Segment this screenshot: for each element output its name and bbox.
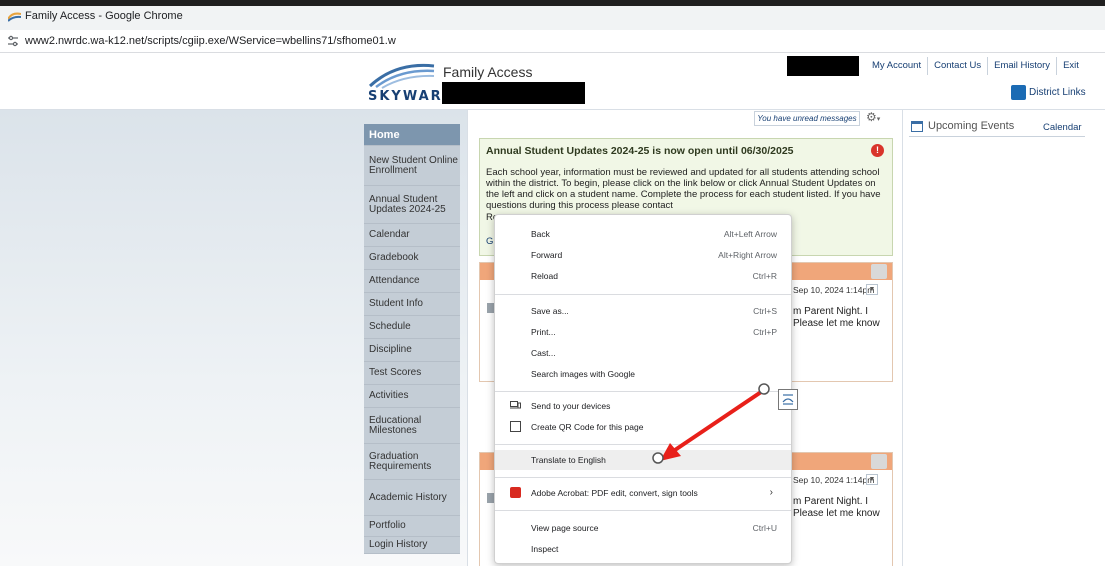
sidebar-item-portfolio[interactable]: Portfolio <box>364 516 460 537</box>
message-text: m Parent Night. I Please let me know <box>793 496 880 519</box>
skyward-logo: SKYWARD <box>366 60 453 104</box>
redacted-name <box>442 82 585 104</box>
sidebar-item-activities[interactable]: Activities <box>364 385 460 408</box>
menu-divider <box>495 391 791 392</box>
sidebar-item-academic-history[interactable]: Academic History <box>364 480 460 516</box>
sidebar-item-schedule[interactable]: Schedule <box>364 316 460 339</box>
sidebar-item-home[interactable]: Home <box>364 124 460 146</box>
email-history-link[interactable]: Email History <box>987 57 1056 75</box>
menu-item-forward[interactable]: Forward Alt+Right Arrow <box>495 245 791 265</box>
menu-divider <box>495 444 791 445</box>
book-icon[interactable] <box>871 454 887 469</box>
menu-item-back[interactable]: Back Alt+Left Arrow <box>495 224 791 244</box>
sidebar: Home New Student Online Enrollment Annua… <box>364 124 460 554</box>
redacted-user <box>787 56 859 76</box>
announcement-title: Annual Student Updates 2024-25 is now op… <box>486 145 794 157</box>
menu-item-qr-code[interactable]: Create QR Code for this page <box>495 417 791 437</box>
alert-icon: ! <box>871 144 884 157</box>
menu-divider <box>495 477 791 478</box>
book-icon[interactable] <box>871 264 887 279</box>
app-name: Family Access <box>443 64 533 80</box>
page-action-icon[interactable] <box>778 389 798 410</box>
sidebar-item-graduation-requirements[interactable]: Graduation Requirements <box>364 444 460 480</box>
menu-item-translate[interactable]: Translate to English <box>495 450 791 470</box>
window-title: Family Access - Google Chrome <box>25 10 183 22</box>
adobe-acrobat-icon <box>510 487 521 498</box>
announcement-body: Each school year, information must be re… <box>486 167 881 211</box>
my-account-link[interactable]: My Account <box>866 57 927 75</box>
upcoming-events-header: Upcoming Events <box>911 120 1014 132</box>
sidebar-item-test-scores[interactable]: Test Scores <box>364 362 460 385</box>
sidebar-item-student-info[interactable]: Student Info <box>364 293 460 316</box>
menu-item-send-devices[interactable]: Send to your devices <box>495 396 791 416</box>
swoosh-icon <box>368 63 435 89</box>
sidebar-item-discipline[interactable]: Discipline <box>364 339 460 362</box>
site-info-icon[interactable] <box>7 35 19 47</box>
upcoming-events-label: Upcoming Events <box>928 120 1015 132</box>
settings-menu[interactable]: ⚙▾ <box>866 110 896 126</box>
message-date: Sep 10, 2024 1:14pm <box>793 475 875 485</box>
browser-title-bar: Family Access - Google Chrome <box>0 0 1105 30</box>
skyward-app-icon <box>8 12 21 22</box>
chevron-right-icon: › <box>769 487 773 498</box>
sidebar-item-educational-milestones[interactable]: Educational Milestones <box>364 408 460 444</box>
menu-item-search-images[interactable]: Search images with Google <box>495 364 791 384</box>
chevron-down-icon: ▾ <box>876 116 881 123</box>
reader-icon <box>782 394 794 405</box>
sidebar-item-calendar[interactable]: Calendar <box>364 224 460 247</box>
menu-item-inspect[interactable]: Inspect <box>495 539 791 559</box>
menu-item-print[interactable]: Print... Ctrl+P <box>495 322 791 342</box>
district-links-button[interactable]: District Links <box>1011 83 1086 101</box>
menu-divider <box>495 510 791 511</box>
calendar-icon <box>911 120 923 132</box>
district-links-label: District Links <box>1029 86 1086 98</box>
sidebar-item-attendance[interactable]: Attendance <box>364 270 460 293</box>
sidebar-item-new-student-enrollment[interactable]: New Student Online Enrollment <box>364 146 460 186</box>
message-date: Sep 10, 2024 1:14pm <box>793 285 875 295</box>
menu-item-adobe-acrobat[interactable]: Adobe Acrobat: PDF edit, convert, sign t… <box>495 483 791 503</box>
message-text: m Parent Night. I Please let me know <box>793 306 880 329</box>
announcement-link[interactable]: G <box>486 236 493 247</box>
chevron-down-icon[interactable]: ▼ <box>866 284 878 295</box>
calendar-link[interactable]: Calendar <box>1043 122 1082 133</box>
menu-item-cast[interactable]: Cast... <box>495 343 791 363</box>
qr-code-icon <box>510 421 521 432</box>
menu-item-save-as[interactable]: Save as... Ctrl+S <box>495 301 791 321</box>
context-menu: Back Alt+Left Arrow Forward Alt+Right Arro… <box>494 214 792 564</box>
menu-divider <box>495 294 791 295</box>
divider <box>909 136 1085 137</box>
top-links: My Account Contact Us Email History Exit <box>866 57 1085 75</box>
address-bar[interactable]: www2.nwrdc.wa-k12.net/scripts/cgiip.exe/… <box>0 30 1105 53</box>
contact-us-link[interactable]: Contact Us <box>927 57 987 75</box>
right-panel <box>903 110 1105 566</box>
devices-icon <box>510 401 521 409</box>
sidebar-item-annual-updates[interactable]: Annual Student Updates 2024-25 <box>364 186 460 224</box>
url-text[interactable]: www2.nwrdc.wa-k12.net/scripts/cgiip.exe/… <box>25 35 396 47</box>
chevron-down-icon[interactable]: ▼ <box>866 474 878 485</box>
unread-messages-link[interactable]: You have unread messages <box>754 111 860 126</box>
menu-item-reload[interactable]: Reload Ctrl+R <box>495 266 791 286</box>
sidebar-item-gradebook[interactable]: Gradebook <box>364 247 460 270</box>
gear-icon: ⚙ <box>866 110 877 124</box>
person-icon <box>1011 84 1026 100</box>
exit-link[interactable]: Exit <box>1056 57 1085 75</box>
menu-item-view-source[interactable]: View page source Ctrl+U <box>495 518 791 538</box>
sidebar-item-login-history[interactable]: Login History <box>364 537 460 554</box>
